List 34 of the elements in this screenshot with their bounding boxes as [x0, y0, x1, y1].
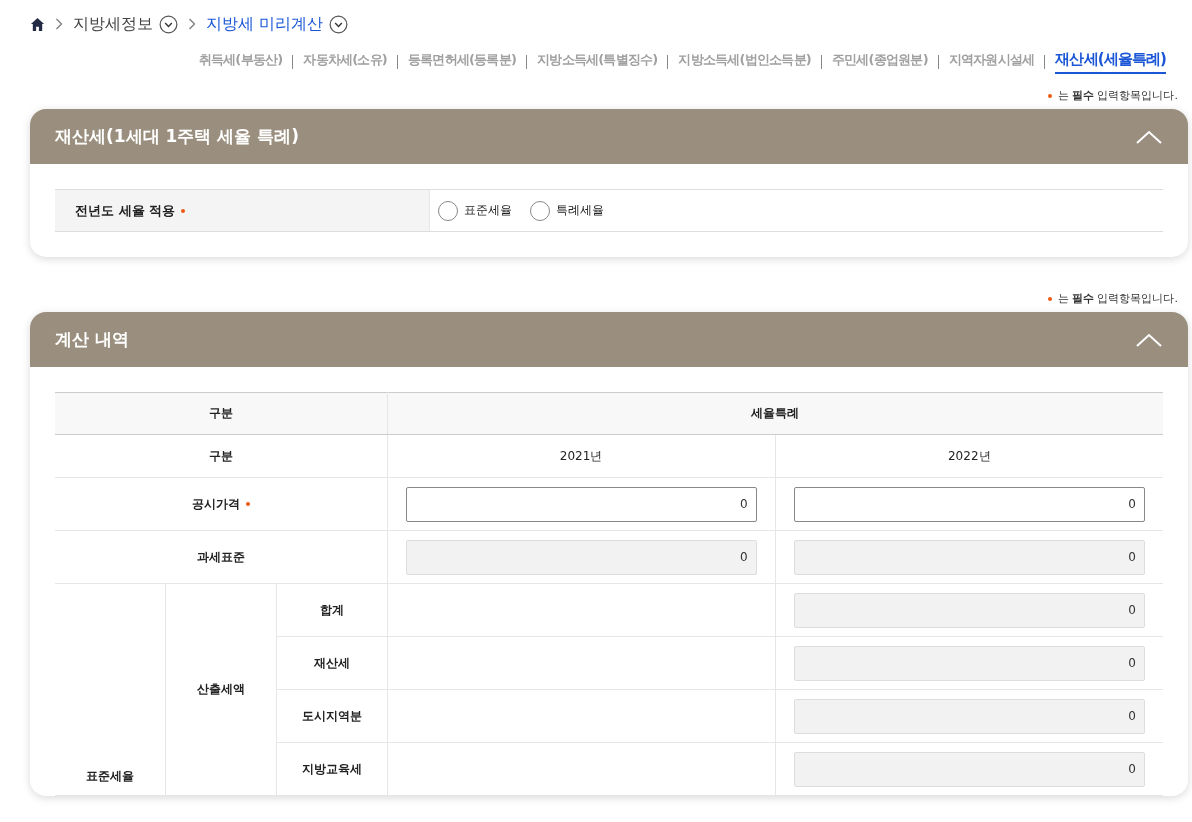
- chevron-down-circle-icon[interactable]: [329, 14, 349, 34]
- required-notice: 는 필수 입력항목입니다.: [1057, 291, 1178, 306]
- year-header: 2022년: [948, 448, 991, 463]
- chevron-up-icon[interactable]: [1136, 332, 1162, 347]
- row-label: 재산세: [313, 655, 350, 670]
- field-label: 전년도 세율 적용: [75, 201, 176, 220]
- tab[interactable]: 재산세(세율특례): [1055, 50, 1166, 74]
- row-label: 합계: [319, 602, 344, 617]
- required-notice: 는 필수 입력항목입니다.: [1057, 88, 1178, 103]
- table-header: 세율특례: [751, 406, 800, 420]
- chevron-right-icon: [55, 18, 63, 30]
- home-icon[interactable]: [30, 16, 45, 32]
- chevron-up-icon[interactable]: [1136, 129, 1162, 144]
- chevron-down-circle-icon[interactable]: [159, 14, 178, 34]
- chevron-right-icon: [188, 18, 196, 30]
- row-label: 도시지역분: [301, 708, 362, 723]
- breadcrumb-link[interactable]: 지방세 미리계산: [206, 13, 324, 35]
- required-dot-icon: [1047, 296, 1052, 301]
- section-title: 재산세(1세대 1주택 세율 특례): [55, 125, 299, 148]
- breadcrumb-link[interactable]: 지방세정보: [73, 13, 153, 35]
- number-input-field[interactable]: 0: [405, 486, 757, 522]
- radio-label[interactable]: 특례세율: [556, 202, 604, 219]
- year-header: 2021년: [559, 448, 603, 463]
- row-label: 산출세액: [196, 682, 245, 696]
- required-dot-icon: [1047, 93, 1052, 98]
- number-input-field[interactable]: 0: [793, 486, 1145, 522]
- row-label: 구분: [208, 448, 233, 463]
- row-label: 지방교육세: [301, 761, 362, 776]
- row-label: 표준세율: [85, 769, 134, 783]
- row-label: 공시가격: [191, 496, 240, 511]
- section-title: 계산 내역: [55, 328, 129, 351]
- table-header: 구분: [208, 406, 233, 420]
- radio-label[interactable]: 표준세율: [464, 202, 512, 219]
- row-label: 과세표준: [196, 549, 245, 564]
